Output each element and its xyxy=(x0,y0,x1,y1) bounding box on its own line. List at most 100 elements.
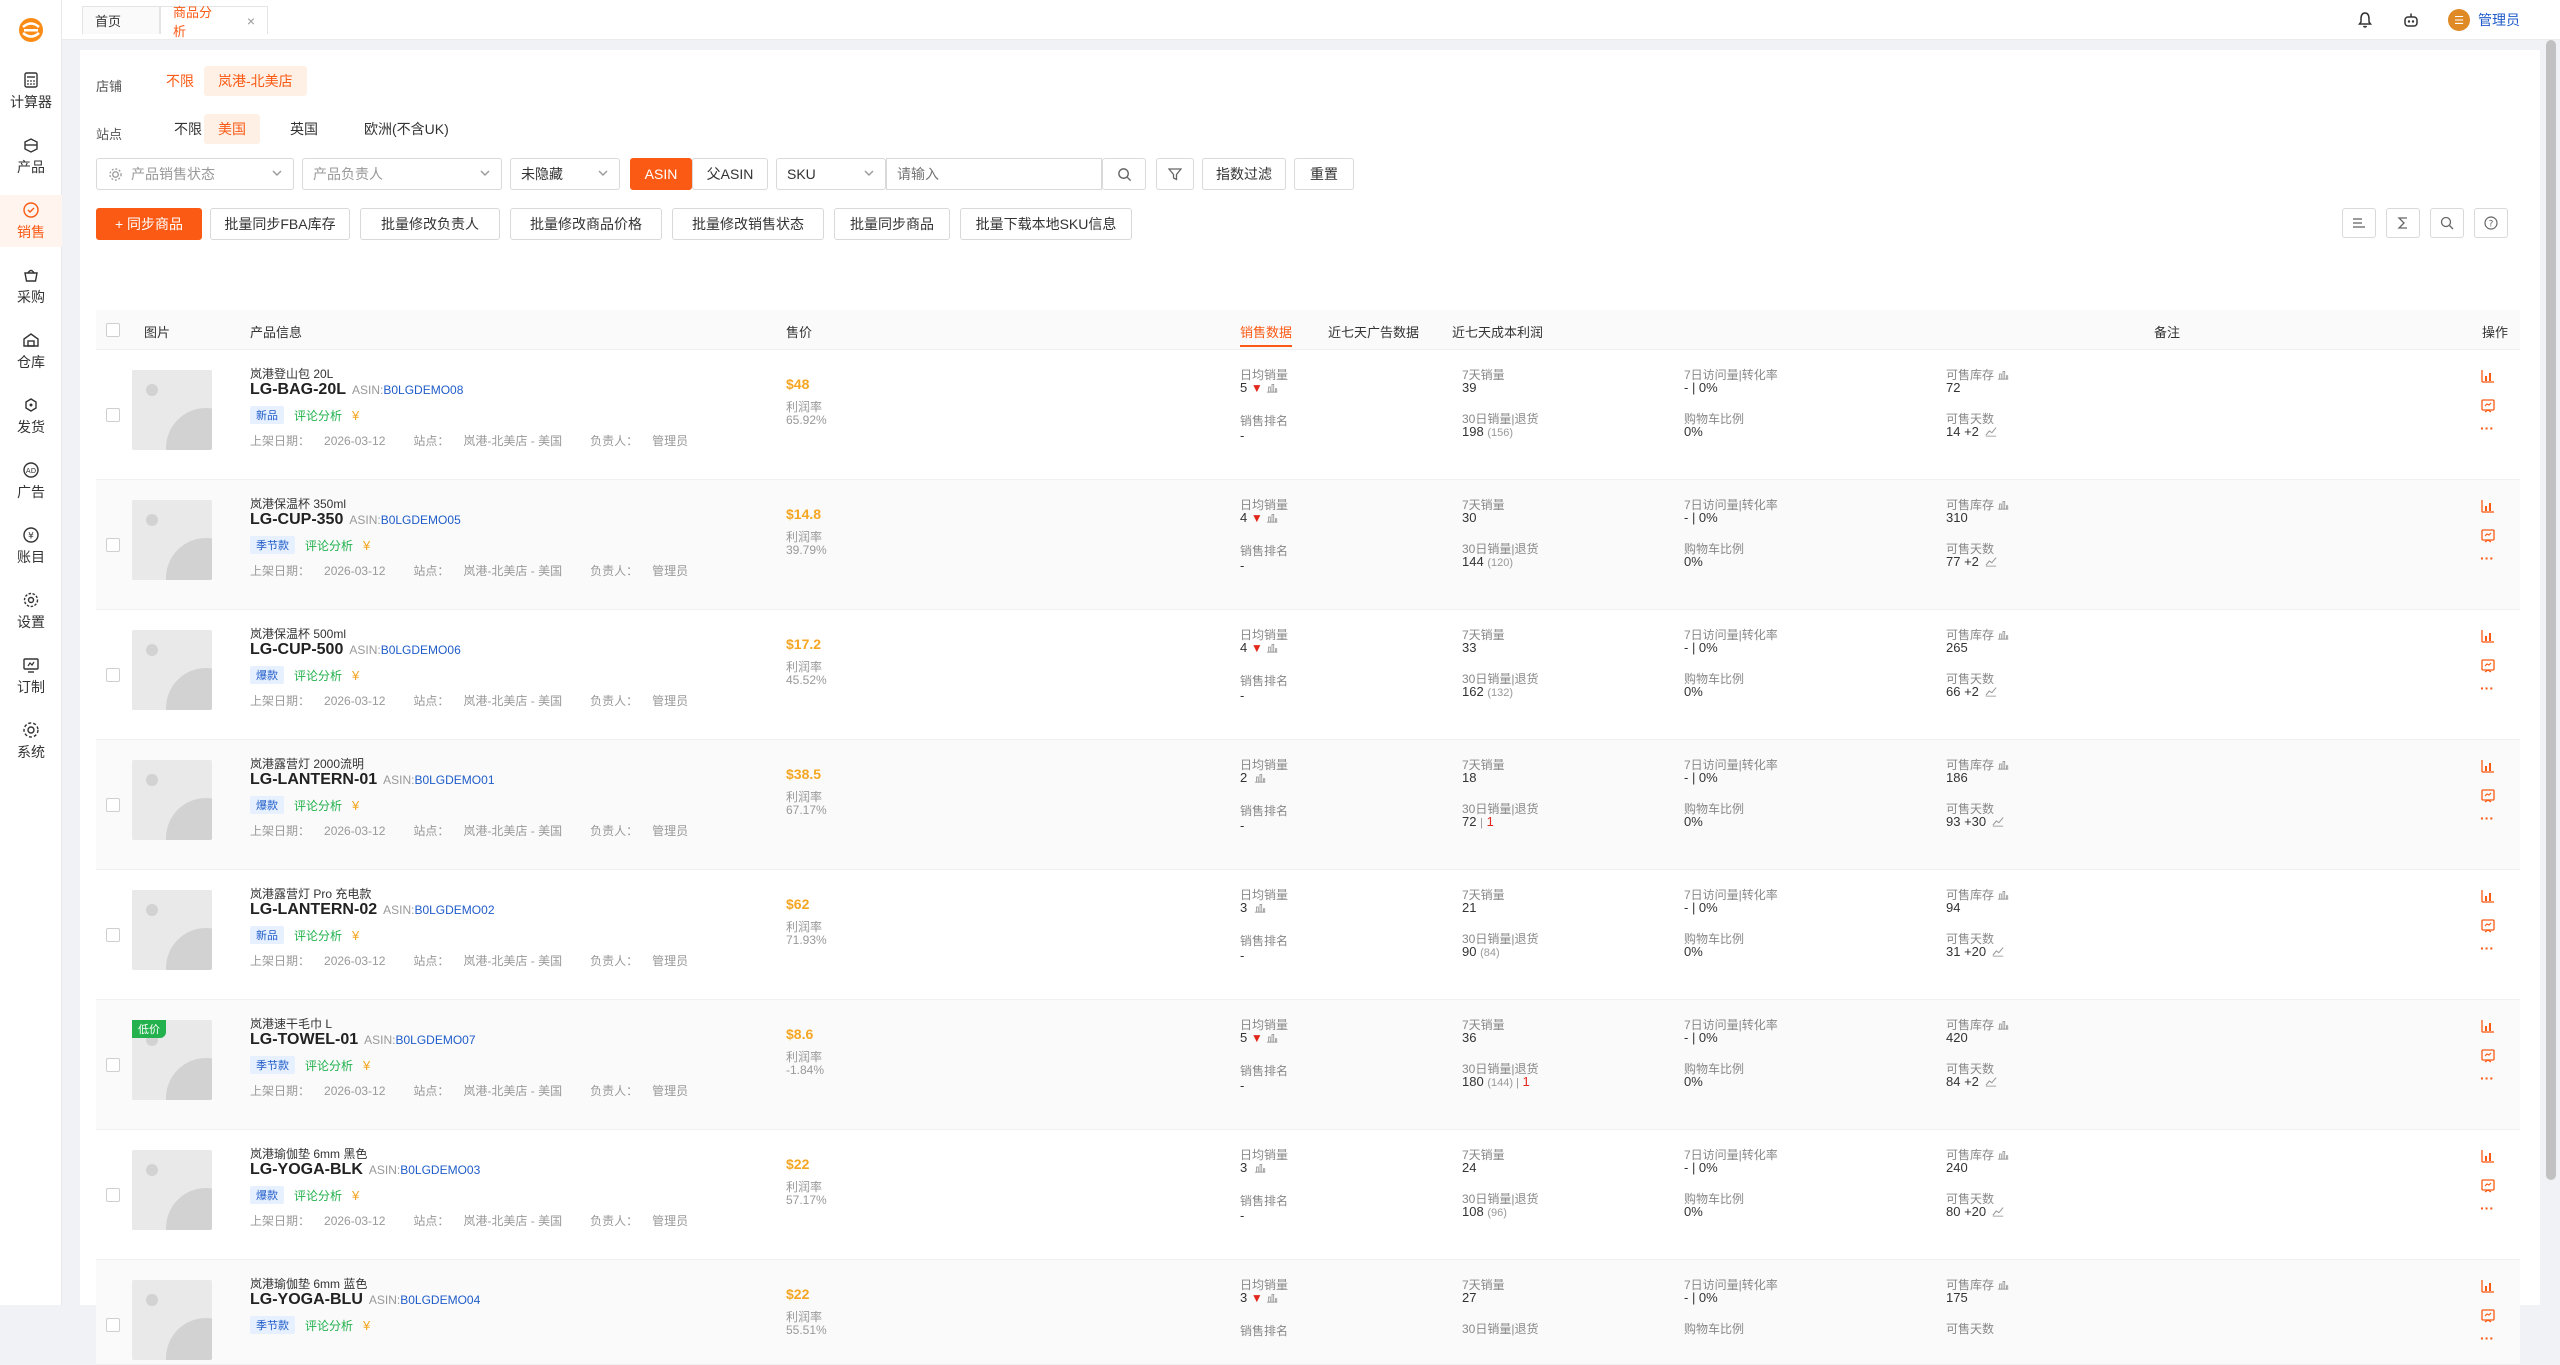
batch-action-button-4[interactable]: 批量同步商品 xyxy=(834,208,950,240)
asin-link[interactable]: B0LGDEMO05 xyxy=(381,513,461,527)
table-row[interactable]: 岚港保温杯 500ml LG-CUP-500 ASIN:B0LGDEMO06 爆款 评论… xyxy=(96,610,2520,740)
robot-icon[interactable] xyxy=(2402,11,2420,29)
sidebar-item-system[interactable]: 系统 xyxy=(0,715,62,767)
trend-icon[interactable] xyxy=(1992,945,2004,957)
product-image[interactable] xyxy=(132,500,212,580)
coin-icon[interactable]: ¥ xyxy=(352,668,359,683)
product-sku[interactable]: LG-CUP-500 ASIN:B0LGDEMO06 xyxy=(250,641,461,659)
coin-icon[interactable]: ¥ xyxy=(363,538,370,553)
edit-note-icon[interactable] xyxy=(2480,1308,2496,1324)
asin-link[interactable]: B0LGDEMO03 xyxy=(400,1163,480,1177)
product-sku[interactable]: LG-TOWEL-01 ASIN:B0LGDEMO07 xyxy=(250,1031,476,1049)
row-checkbox[interactable] xyxy=(106,1058,120,1072)
product-sku[interactable]: LG-BAG-20L ASIN:B0LGDEMO08 xyxy=(250,381,463,399)
tab-ad-data[interactable]: 近七天广告数据 xyxy=(1328,322,1419,341)
logo-icon[interactable] xyxy=(17,16,45,44)
coin-icon[interactable]: ¥ xyxy=(352,1188,359,1203)
batch-action-button-3[interactable]: 批量修改销售状态 xyxy=(672,208,824,240)
table-row[interactable]: 岚港瑜伽垫 6mm 黑色 LG-YOGA-BLK ASIN:B0LGDEMO03 爆款… xyxy=(96,1130,2520,1260)
product-sku[interactable]: LG-YOGA-BLU ASIN:B0LGDEMO04 xyxy=(250,1291,480,1309)
more-icon[interactable]: ··· xyxy=(2480,1070,2494,1086)
bar-chart-icon[interactable] xyxy=(1266,1031,1278,1043)
row-checkbox[interactable] xyxy=(106,668,120,682)
header-price[interactable]: 售价 xyxy=(786,322,812,341)
tab-cost-profit[interactable]: 近七天成本利润 xyxy=(1452,322,1543,341)
asin-link[interactable]: B0LGDEMO06 xyxy=(381,643,461,657)
reset-button[interactable]: 重置 xyxy=(1294,158,1354,190)
more-icon[interactable]: ··· xyxy=(2480,940,2494,956)
asin-link[interactable]: B0LGDEMO02 xyxy=(414,903,494,917)
trend-icon[interactable] xyxy=(1985,1075,1997,1087)
sidebar-item-custom[interactable]: 订制 xyxy=(0,650,62,702)
bar-chart-icon[interactable] xyxy=(1997,498,2009,510)
edit-note-icon[interactable] xyxy=(2480,398,2496,414)
column-settings-button[interactable] xyxy=(2342,208,2376,238)
asin-link[interactable]: B0LGDEMO07 xyxy=(396,1033,476,1047)
price[interactable]: $62 xyxy=(786,896,809,912)
sum-button[interactable] xyxy=(2386,208,2420,238)
review-analysis-link[interactable]: 评论分析 xyxy=(305,1317,353,1334)
coin-icon[interactable]: ¥ xyxy=(352,408,359,423)
batch-action-button-5[interactable]: 批量下载本地SKU信息 xyxy=(960,208,1132,240)
price[interactable]: $17.2 xyxy=(786,636,821,652)
bell-icon[interactable] xyxy=(2356,11,2374,29)
bar-chart-icon[interactable] xyxy=(1997,758,2009,770)
admin-menu[interactable]: ☰ 管理员 xyxy=(2448,9,2520,31)
table-row[interactable]: 岚港露营灯 2000流明 LG-LANTERN-01 ASIN:B0LGDEMO01… xyxy=(96,740,2520,870)
row-checkbox[interactable] xyxy=(106,1318,120,1332)
sidebar-item-gear[interactable]: 设置 xyxy=(0,585,62,637)
close-icon[interactable]: × xyxy=(247,13,255,29)
search-input[interactable] xyxy=(886,158,1102,190)
edit-note-icon[interactable] xyxy=(2480,1048,2496,1064)
tab-product-analysis[interactable]: 商品分析 × xyxy=(160,5,268,39)
price[interactable]: $48 xyxy=(786,376,809,392)
edit-note-icon[interactable] xyxy=(2480,528,2496,544)
coin-icon[interactable]: ¥ xyxy=(352,928,359,943)
search-button[interactable] xyxy=(1102,158,1146,190)
edit-note-icon[interactable] xyxy=(2480,918,2496,934)
asin-toggle[interactable]: ASIN xyxy=(630,158,692,190)
coin-icon[interactable]: ¥ xyxy=(352,798,359,813)
tab-home[interactable]: 首页 xyxy=(82,6,160,34)
chart-icon[interactable] xyxy=(2480,1148,2496,1164)
product-image[interactable] xyxy=(132,1280,212,1360)
chart-icon[interactable] xyxy=(2480,1278,2496,1294)
sidebar-item-calculator[interactable]: 计算器 xyxy=(0,65,62,117)
trend-icon[interactable] xyxy=(1992,815,2004,827)
help-button[interactable]: ? xyxy=(2474,208,2508,238)
sidebar-item-sales[interactable]: 销售 xyxy=(0,195,62,247)
edit-note-icon[interactable] xyxy=(2480,788,2496,804)
table-row[interactable]: 岚港保温杯 350ml LG-CUP-350 ASIN:B0LGDEMO05 季节款评… xyxy=(96,480,2520,610)
table-search-button[interactable] xyxy=(2430,208,2464,238)
price[interactable]: $22 xyxy=(786,1156,809,1172)
chart-icon[interactable] xyxy=(2480,368,2496,384)
product-image[interactable] xyxy=(132,760,212,840)
sidebar-item-warehouse[interactable]: 仓库 xyxy=(0,325,62,377)
price[interactable]: $14.8 xyxy=(786,506,821,522)
review-analysis-link[interactable]: 评论分析 xyxy=(294,1187,342,1204)
tab-sales-data[interactable]: 销售数据 xyxy=(1240,322,1293,347)
more-icon[interactable]: ··· xyxy=(2480,1330,2494,1346)
review-analysis-link[interactable]: 评论分析 xyxy=(294,407,342,424)
edit-note-icon[interactable] xyxy=(2480,1178,2496,1194)
row-checkbox[interactable] xyxy=(106,408,120,422)
row-checkbox[interactable] xyxy=(106,798,120,812)
row-checkbox[interactable] xyxy=(106,538,120,552)
table-row[interactable]: 低价 岚港速干毛巾 L LG-TOWEL-01 ASIN:B0LGDEMO07 季节款评… xyxy=(96,1000,2520,1130)
product-image[interactable] xyxy=(132,890,212,970)
review-analysis-link[interactable]: 评论分析 xyxy=(294,927,342,944)
product-image[interactable] xyxy=(132,1150,212,1230)
product-sku[interactable]: LG-CUP-350 ASIN:B0LGDEMO05 xyxy=(250,511,461,529)
review-analysis-link[interactable]: 评论分析 xyxy=(305,537,353,554)
more-icon[interactable]: ··· xyxy=(2480,420,2494,436)
owner-select[interactable]: 产品负责人 xyxy=(302,158,502,190)
bar-chart-icon[interactable] xyxy=(1997,1148,2009,1160)
table-row[interactable]: 岚港露营灯 Pro 充电款 LG-LANTERN-02 ASIN:B0LGDEMO0… xyxy=(96,870,2520,1000)
trend-icon[interactable] xyxy=(1992,1205,2004,1217)
site-option-uk[interactable]: 英国 xyxy=(276,114,332,144)
review-analysis-link[interactable]: 评论分析 xyxy=(294,797,342,814)
bar-chart-icon[interactable] xyxy=(1254,1161,1266,1173)
bar-chart-icon[interactable] xyxy=(1266,511,1278,523)
bar-chart-icon[interactable] xyxy=(1266,641,1278,653)
product-image[interactable] xyxy=(132,630,212,710)
